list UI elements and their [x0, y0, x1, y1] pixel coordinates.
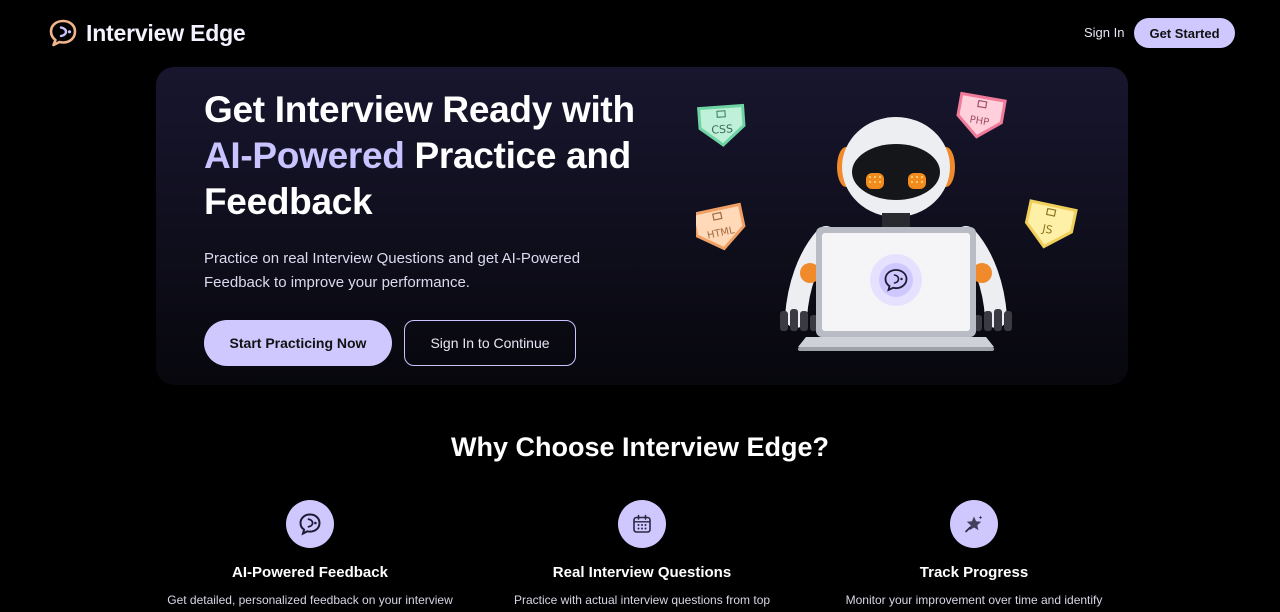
html-badge-icon: HTML [696, 202, 746, 251]
feature-card-track-progress: Track Progress Monitor your improvement … [814, 500, 1134, 609]
feature-description: Get detailed, personalized feedback on y… [167, 593, 453, 607]
hero-title-line2: Practice and [404, 135, 632, 176]
hero-title-line3: Feedback [204, 181, 373, 222]
hero-subtitle: Practice on real Interview Questions and… [204, 250, 581, 291]
js-badge-icon: JS [1024, 199, 1078, 249]
star-sparkle-icon [965, 515, 983, 533]
navbar: Interview Edge Sign In Get Started [0, 0, 1280, 68]
css-badge-label: CSS [711, 122, 734, 136]
get-started-button[interactable]: Get Started [1134, 18, 1235, 48]
feature-card-ai-feedback: AI-Powered Feedback Get detailed, person… [150, 500, 470, 609]
feature-icon-circle [618, 500, 666, 548]
start-practicing-button[interactable]: Start Practicing Now [204, 320, 392, 366]
laptop-icon [798, 227, 994, 351]
chat-bubble-icon [299, 513, 321, 536]
feature-title: Track Progress [919, 564, 1029, 581]
hero-title: Get Interview Ready with AI-Powered Prac… [204, 87, 684, 225]
brand-name: Interview Edge [86, 19, 246, 46]
robot-laptop-illustration: CSS PHP HTML JS [696, 91, 1078, 351]
calendar-icon [633, 514, 651, 533]
why-choose-heading: Why Choose Interview Edge? [450, 432, 830, 462]
css-badge-icon: CSS [697, 103, 746, 147]
sign-in-to-continue-button[interactable]: Sign In to Continue [404, 320, 576, 366]
chat-bubble-logo-icon [49, 19, 77, 47]
hero-section: Get Interview Ready with AI-Powered Prac… [156, 67, 1128, 385]
feature-card-real-questions: Real Interview Questions Practice with a… [482, 500, 802, 609]
feature-description: Practice with actual interview questions… [513, 593, 771, 607]
feature-title: Real Interview Questions [552, 564, 732, 581]
feature-title: AI-Powered Feedback [232, 564, 388, 581]
hero-title-accent: AI-Powered [204, 135, 405, 176]
feature-icon-circle [286, 500, 334, 548]
feature-icon-circle [950, 500, 998, 548]
sign-in-link[interactable]: Sign In [1084, 25, 1124, 40]
php-badge-icon: PHP [956, 91, 1007, 139]
brand-logo[interactable]: Interview Edge [48, 18, 246, 48]
feature-description: Monitor your improvement over time and i… [845, 593, 1103, 607]
hero-title-line1: Get Interview Ready with [204, 89, 635, 130]
